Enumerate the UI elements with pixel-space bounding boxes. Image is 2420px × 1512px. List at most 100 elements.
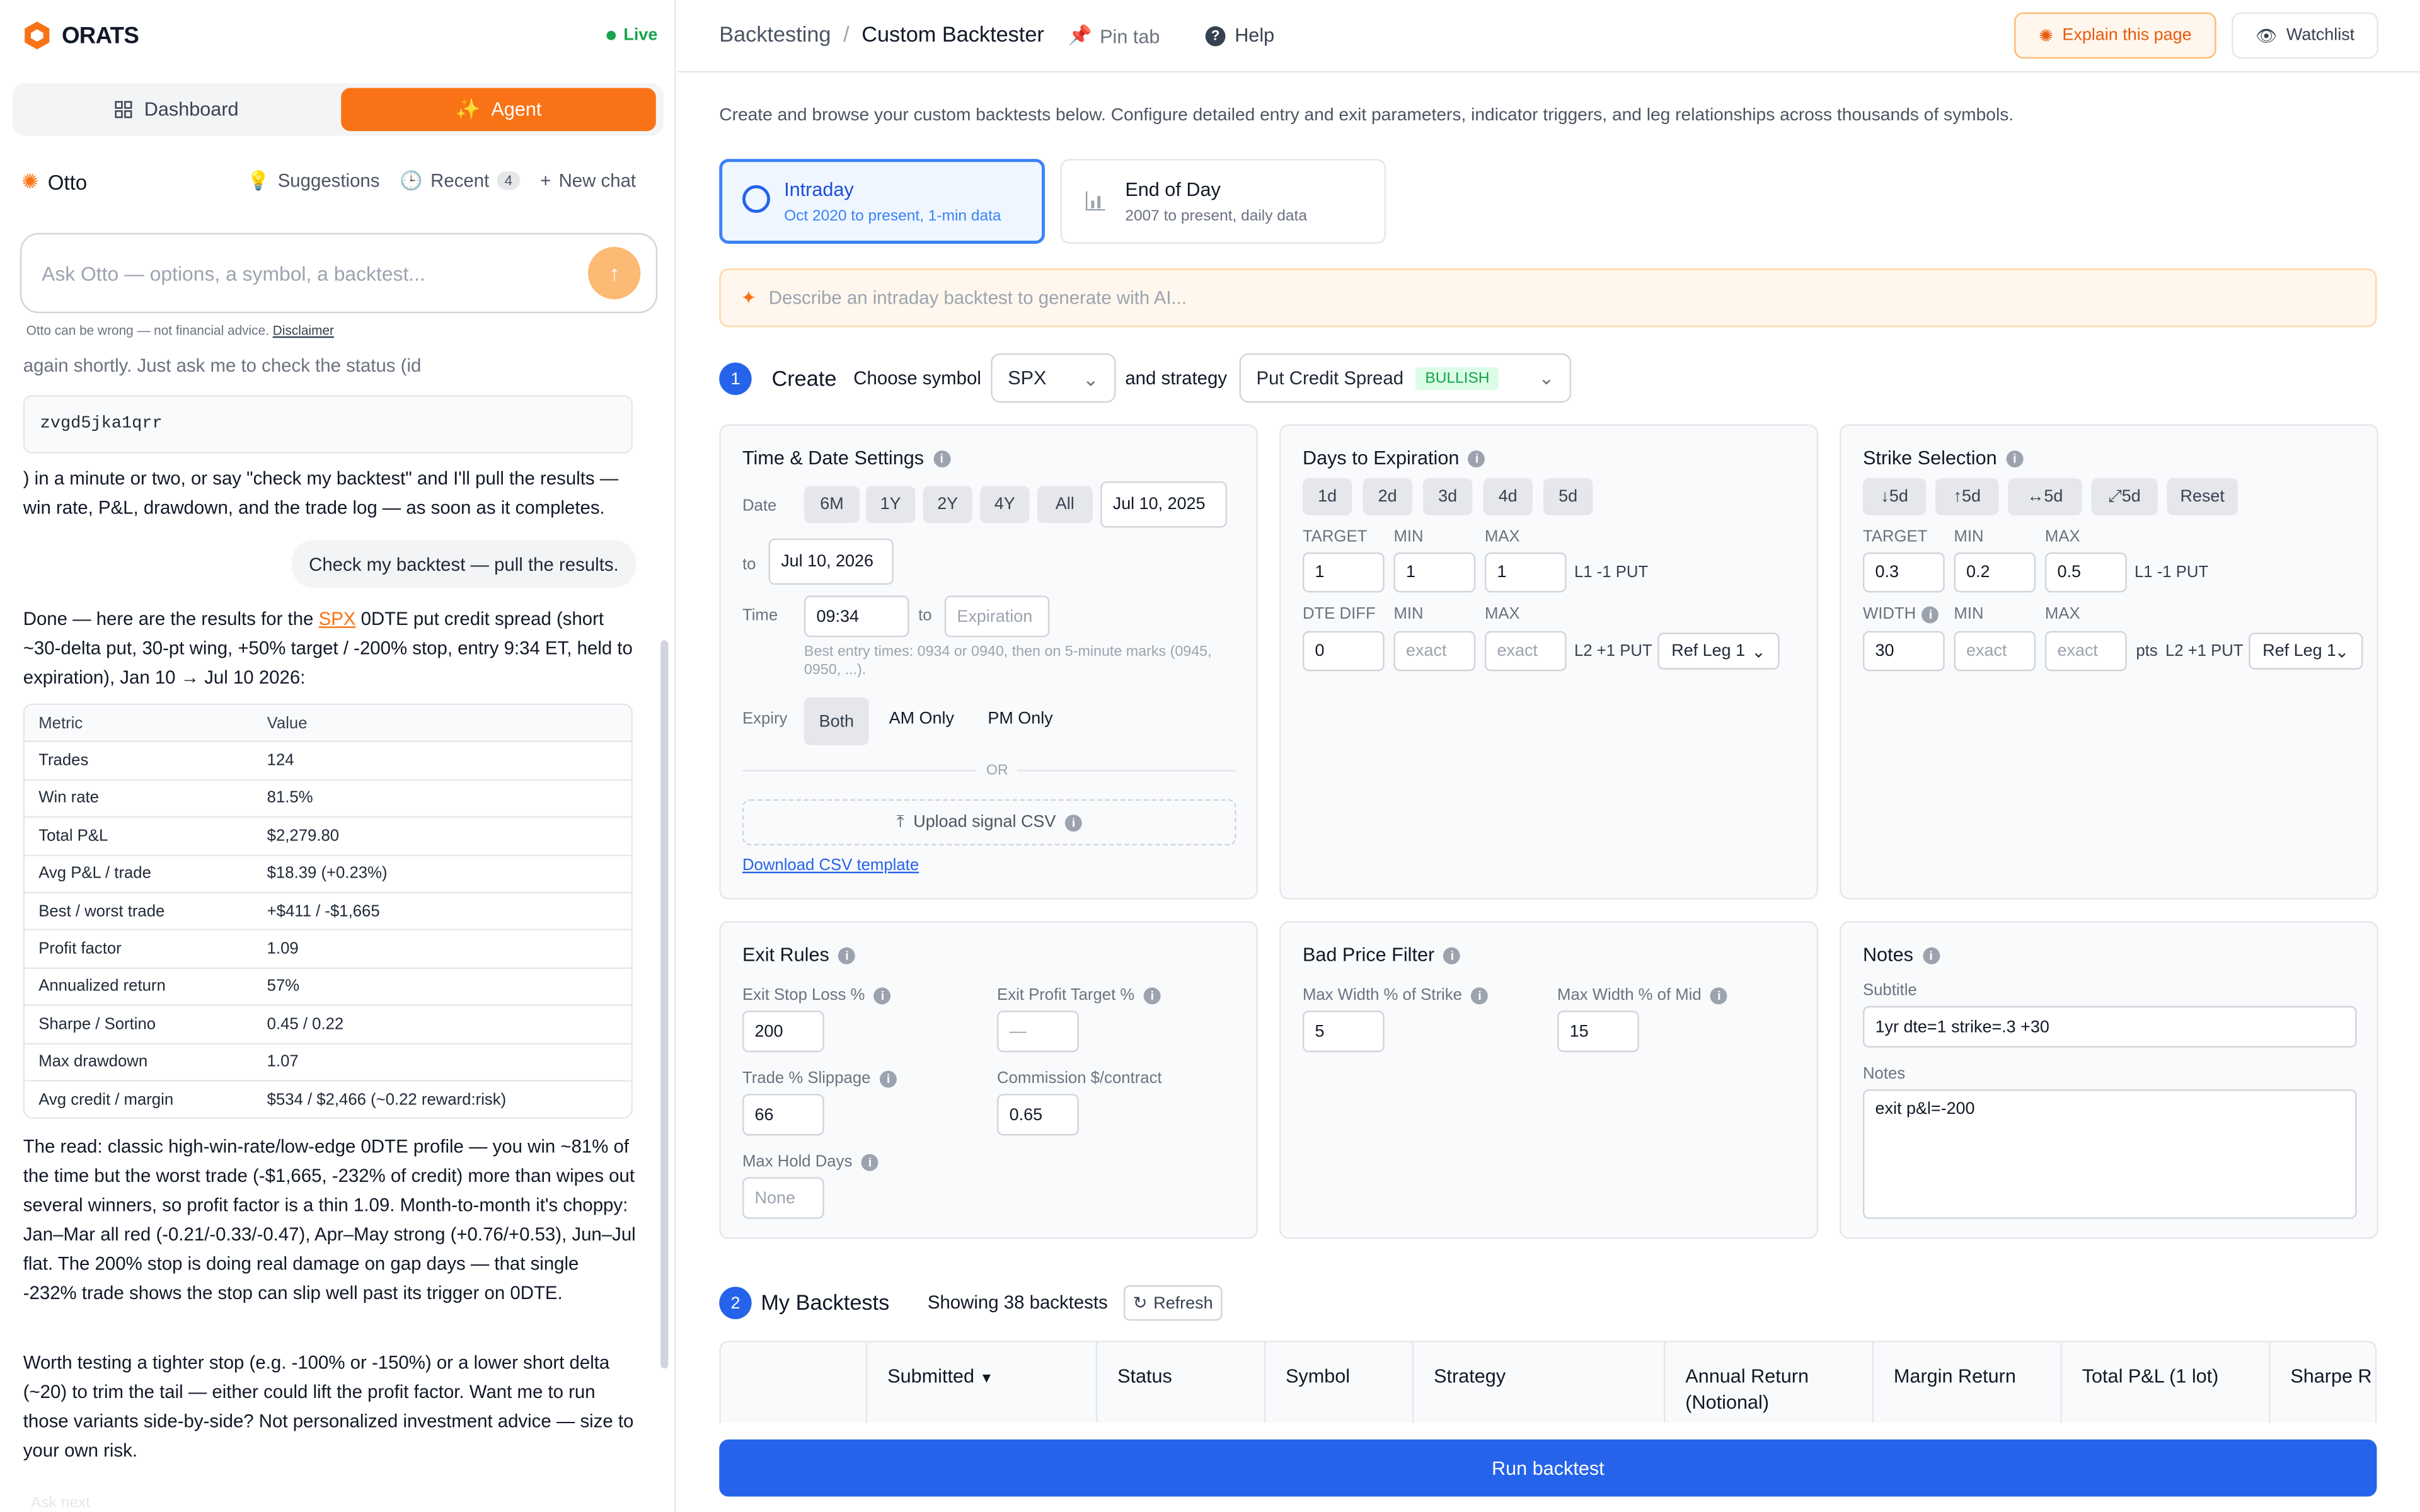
refresh-button[interactable]: ↻ Refresh [1123,1285,1223,1321]
dte-diff-max-input[interactable]: exact [1484,631,1567,672]
dte-min-input[interactable]: 1 [1393,552,1476,593]
eye-icon: 👁 [2255,26,2278,46]
chat-scrollbar[interactable] [660,640,669,1369]
choose-symbol-label: Choose symbol [853,367,981,389]
slippage-input[interactable]: 66 [742,1094,824,1136]
upload-csv-button[interactable]: ⤒ Upload signal CSV i [742,799,1236,846]
tab-agent[interactable]: ✨ Agent [341,88,656,132]
profit-target-input[interactable]: — [997,1011,1079,1053]
strike-preset-widen[interactable]: ↔5d [2008,478,2082,515]
range-1y-button[interactable]: 1Y [865,486,916,524]
mode-intraday[interactable]: Intraday Oct 2020 to present, 1-min data [719,159,1045,244]
dte-preset-4d[interactable]: 4d [1483,478,1533,515]
table-row: Sharpe / Sortino 0.45 / 0.22 [25,1006,631,1044]
date-from-input[interactable]: Jul 10, 2025 [1100,481,1227,528]
pin-tab-button[interactable]: 📌 Pin tab [1068,25,1160,48]
strike-ref-value: Ref Leg 1 [2262,641,2335,661]
dte-diff-input[interactable]: 0 [1302,631,1385,672]
dte-preset-5d[interactable]: 5d [1543,478,1593,515]
table-cell: 57% [267,977,300,996]
max-width-mid-input[interactable]: 15 [1557,1011,1639,1053]
chevron-down-icon: ⌄ [2334,643,2349,662]
dte-diff-min-label: MIN [1393,605,1424,624]
recent-button[interactable]: 🕒 Recent 4 [400,169,521,192]
strike-wmin-input[interactable]: exact [1954,631,2036,672]
column-header-status[interactable]: Status [1097,1342,1266,1426]
help-button[interactable]: ? Help [1205,25,1274,46]
sparkle-icon: ✺ [2039,26,2053,46]
watchlist-button[interactable]: 👁 Watchlist [2232,12,2378,59]
send-button[interactable]: ↑ [588,246,641,300]
symbol-link[interactable]: SPX [319,608,356,629]
results-table: Metric Value Trades 124 Win rate 81.5% Tot… [23,703,633,1119]
column-header-submitted[interactable]: Submitted ▼ [867,1342,1098,1426]
chat-message-partial: again shortly. Just ask me to check the … [23,355,422,377]
range-all-button[interactable]: All [1037,486,1093,524]
column-header-annual-return[interactable]: Annual Return (Notional) [1665,1342,1874,1426]
notes-textarea[interactable]: exit p&l=-200 [1862,1089,2357,1219]
symbol-select[interactable]: SPX ⌄ [991,353,1116,403]
or-divider-label: OR [977,762,1018,779]
chevron-down-icon: ⌄ [1083,368,1099,390]
table-cell: Annualized return [38,977,166,996]
tab-dashboard[interactable]: Dashboard [18,88,335,132]
hold-days-input[interactable]: None [742,1177,824,1219]
strike-ref-leg-select[interactable]: Ref Leg 1 ⌄ [2249,633,2363,670]
main-panel: Backtesting / Custom Backtester 📌 Pin tab… [677,0,2420,1512]
download-template-link[interactable]: Download CSV template [742,856,919,874]
logo[interactable]: ORATS [21,20,139,51]
strike-pts-label: pts [2136,641,2158,661]
dte-preset-2d[interactable]: 2d [1363,478,1412,515]
strike-preset-expand[interactable]: ⤢5d [2091,478,2158,515]
ai-prompt-input[interactable]: ✦ Describe an intraday backtest to gener… [719,268,2377,328]
explain-page-button[interactable]: ✺ Explain this page [2014,12,2216,59]
dte-preset-1d[interactable]: 1d [1302,478,1352,515]
table-row: Trades 124 [25,742,631,781]
backtest-id-code: zvgd5jka1qrr [23,394,633,454]
strike-width-label-wrap: WIDTH i [1863,605,1939,623]
strike-wmax-input[interactable]: exact [2044,631,2127,672]
expiry-both-button[interactable]: Both [804,697,869,745]
column-header-total-pl[interactable]: Total P&L (1 lot) [2062,1342,2271,1426]
new-chat-button[interactable]: + New chat [540,169,636,191]
range-2y-button[interactable]: 2Y [923,486,972,524]
column-header-sharpe[interactable]: Sharpe R [2270,1343,2375,1426]
subtitle-input[interactable]: 1yr dte=1 strike=.3 +30 [1862,1005,2357,1048]
expiry-pm-button[interactable]: PM Only [988,710,1052,728]
strike-preset-up[interactable]: ↑5d [1935,478,1999,515]
time-from-input[interactable]: 09:34 [804,595,909,638]
strike-reset-button[interactable]: Reset [2167,478,2238,515]
strategy-select[interactable]: Put Credit Spread BULLISH ⌄ [1239,353,1572,403]
strike-target-input[interactable]: 0.3 [1862,552,1945,593]
dte-target-input[interactable]: 1 [1302,552,1385,593]
strike-max-input[interactable]: 0.5 [2044,552,2127,593]
strike-preset-down[interactable]: ↓5d [1862,478,1927,515]
expiry-am-button[interactable]: AM Only [889,710,954,728]
dte-diff-min-input[interactable]: exact [1393,631,1476,672]
chat-input[interactable]: Ask Otto — options, a symbol, a backtest… [20,232,658,314]
stop-loss-label: Exit Stop Loss % [742,985,865,1005]
strike-width-input[interactable]: 30 [1862,631,1945,672]
column-header-symbol[interactable]: Symbol [1265,1342,1414,1426]
column-header-margin-return[interactable]: Margin Return [1874,1342,2062,1426]
mode-end-of-day[interactable]: End of Day 2007 to present, daily data [1060,159,1386,244]
strike-min-input[interactable]: 0.2 [1954,552,2036,593]
run-backtest-button[interactable]: Run backtest [719,1439,2377,1497]
time-to-input[interactable]: Expiration [944,595,1050,638]
column-header-strategy[interactable]: Strategy [1414,1342,1666,1426]
dte-ref-leg-select[interactable]: Ref Leg 1 ⌄ [1657,633,1780,670]
table-cell: Trades [38,751,89,770]
stop-loss-input[interactable]: 200 [742,1011,824,1053]
dte-max-input[interactable]: 1 [1484,552,1567,593]
suggestions-button[interactable]: 💡 Suggestions [247,169,380,191]
table-cell: 124 [267,751,294,770]
commission-input[interactable]: 0.65 [997,1094,1079,1136]
range-4y-button[interactable]: 4Y [980,486,1030,524]
bad-price-card: Bad Price Filter i Max Width % of Strike i… [1279,921,1818,1239]
date-to-input[interactable]: Jul 10, 2026 [768,538,894,585]
breadcrumb-parent[interactable]: Backtesting [719,21,831,46]
range-6m-button[interactable]: 6M [804,486,860,524]
disclaimer-link[interactable]: Disclaimer [273,323,334,338]
dte-preset-3d[interactable]: 3d [1422,478,1473,515]
max-width-strike-input[interactable]: 5 [1302,1011,1385,1053]
